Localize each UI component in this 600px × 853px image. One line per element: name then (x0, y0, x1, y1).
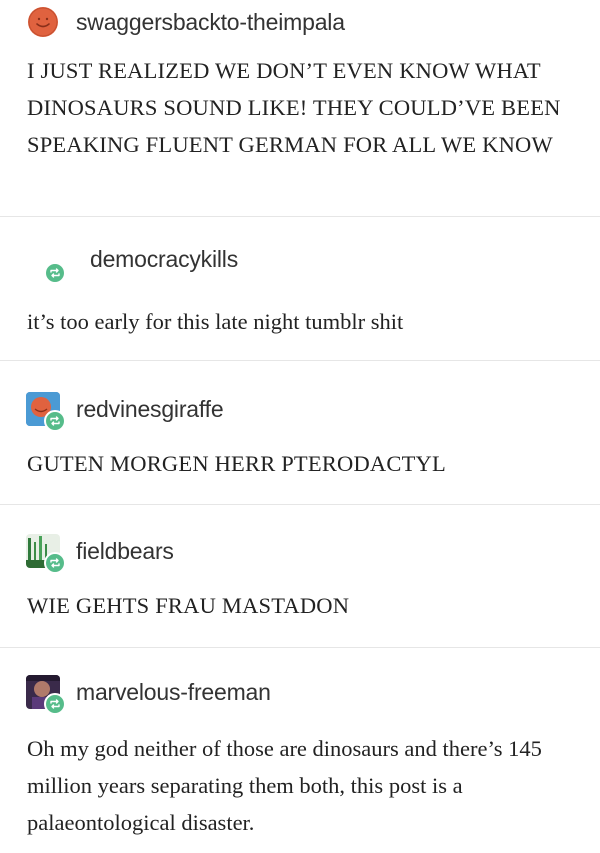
reblog-icon (44, 693, 66, 715)
avatar[interactable] (26, 534, 66, 574)
avatar[interactable] (26, 5, 60, 39)
username[interactable]: swaggersbackto-theimpala (76, 9, 345, 36)
reblog-icon (44, 552, 66, 574)
post-text: Oh my god neither of those are dinosaurs… (27, 736, 542, 835)
username[interactable]: fieldbears (76, 538, 174, 565)
post-1: swaggersbackto-theimpala I JUST REALIZED… (0, 0, 600, 216)
reblog-icon (44, 262, 66, 284)
post-5: marvelous-freeman Oh my god neither of t… (0, 648, 600, 853)
post-text: GUTEN MORGEN HERR PTERODACTYL (27, 451, 446, 476)
post-text: it’s too early for this late night tumbl… (27, 309, 404, 334)
post-text: WIE GEHTS FRAU MASTADON (27, 593, 350, 618)
avatar[interactable] (26, 392, 66, 432)
post-4: fieldbears WIE GEHTS FRAU MASTADON (0, 505, 600, 647)
avatar[interactable] (26, 675, 66, 715)
post-1-header: swaggersbackto-theimpala (26, 2, 345, 42)
username[interactable]: democracykills (90, 246, 238, 273)
post-3-header: redvinesgiraffe (26, 389, 224, 432)
username[interactable]: redvinesgiraffe (76, 396, 224, 423)
avatar[interactable] (26, 250, 66, 284)
post-3: redvinesgiraffe GUTEN MORGEN HERR PTEROD… (0, 361, 600, 504)
orange-smiley-avatar-icon (28, 7, 58, 37)
post-2: democracykills it’s too early for this l… (0, 217, 600, 360)
post-2-header: democracykills (26, 246, 238, 287)
post-4-header: fieldbears (26, 531, 174, 574)
reblog-icon (44, 410, 66, 432)
post-5-header: marvelous-freeman (26, 672, 271, 715)
username[interactable]: marvelous-freeman (76, 679, 271, 706)
post-text: I JUST REALIZED WE DON’T EVEN KNOW WHAT … (27, 58, 561, 157)
